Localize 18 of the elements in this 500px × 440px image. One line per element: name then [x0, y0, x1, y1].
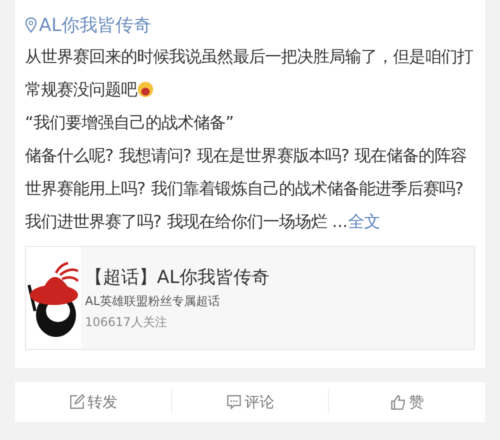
laughing-emoji-icon [137, 81, 154, 98]
topic-description: AL英雄联盟粉丝专属超话 [85, 293, 221, 310]
comment-icon [226, 394, 242, 410]
topic-card[interactable]: 【超话】AL你我皆传奇 AL英雄联盟粉丝专属超话 106617人关注 [25, 246, 475, 350]
post-paragraph: 从世界赛回来的时候我说虽然最后一把决胜局输了，但是咱们打常规赛没问题吧 [25, 46, 474, 101]
edit-icon [68, 394, 84, 410]
location-link[interactable]: AL你我皆传奇 [39, 13, 152, 37]
location-pin-icon [25, 17, 37, 33]
thumbs-up-icon [390, 394, 406, 410]
avatar-icon [26, 247, 81, 349]
follower-count: 106617人关注 [85, 314, 168, 331]
comment-button[interactable]: 评论 [172, 382, 328, 422]
post-paragraph: 储备什么呢? 我想请问? 现在是世界赛版本吗? 现在储备的阵容世界赛能用上吗? 我们靠着锻炼自己的战术储备能进季后赛吗? 我们进世界赛了吗? 我现在给你们一场场烂 ...全文 [25, 145, 468, 233]
like-button[interactable]: 赞 [329, 382, 485, 422]
repost-button[interactable]: 转发 [15, 382, 171, 422]
topic-title: 【超话】AL你我皆传奇 [85, 266, 270, 289]
full-text-link[interactable]: 全文 [348, 212, 380, 231]
post-paragraph: “我们要增强自己的战术储备” [25, 112, 235, 134]
